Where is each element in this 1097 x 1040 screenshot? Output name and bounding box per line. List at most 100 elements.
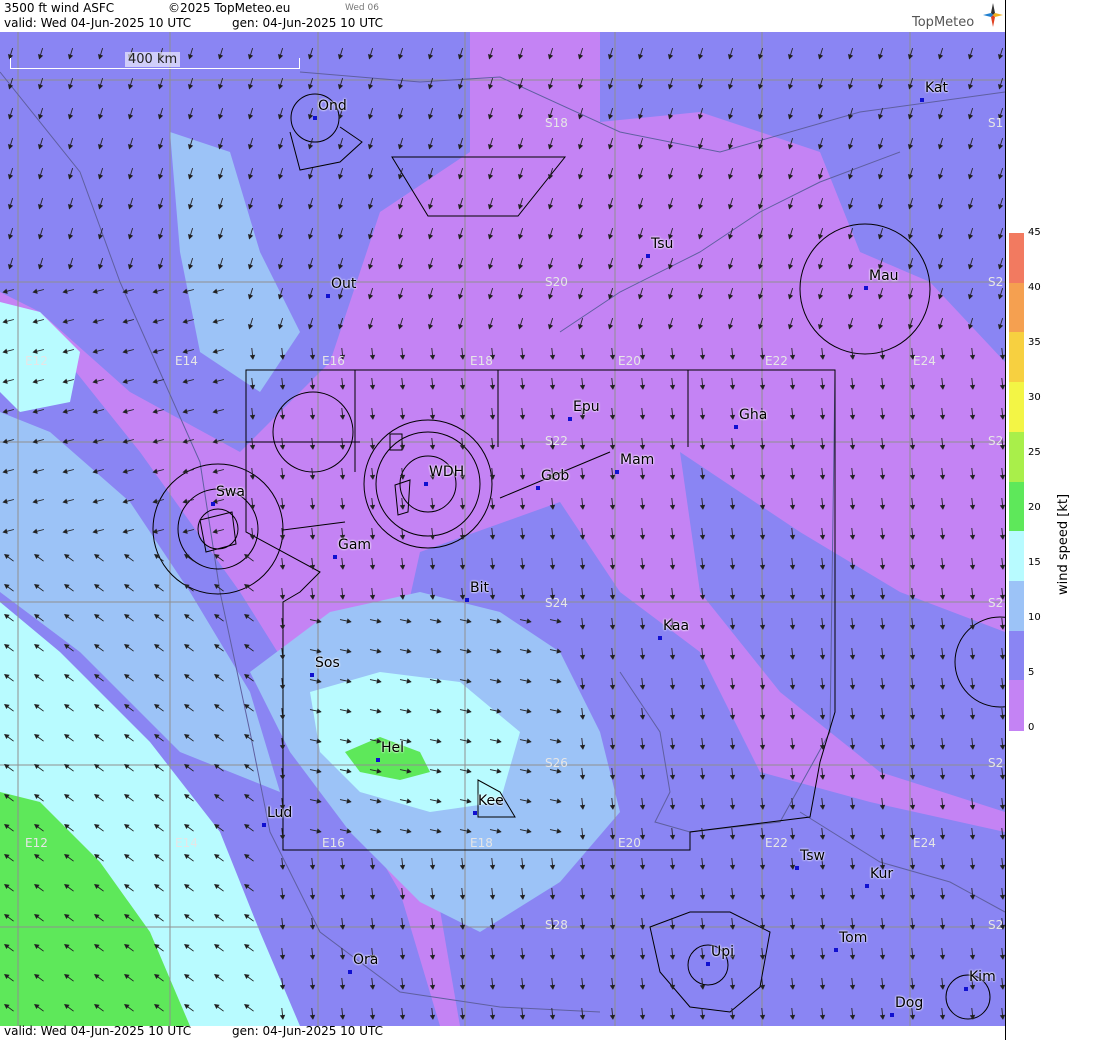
city-dot (211, 502, 215, 506)
city-label[interactable]: Mau (869, 268, 899, 284)
footer-bar: valid: Wed 04-Jun-2025 10 UTC gen: 04-Ju… (0, 1024, 1005, 1040)
city-dot (536, 486, 540, 490)
color-scale-tick: 40 (1028, 282, 1041, 293)
grid-label: E14 (175, 836, 198, 850)
city-dot (348, 970, 352, 974)
grid-label: S28 (545, 918, 568, 932)
city-label[interactable]: Out (331, 276, 356, 292)
footer-generated-time: gen: 04-Jun-2025 10 UTC (232, 1024, 384, 1038)
city-label[interactable]: Kur (870, 866, 893, 882)
city-label[interactable]: WDH (429, 464, 464, 480)
city-label[interactable]: Hel (381, 740, 404, 756)
grid-label: S26 (545, 756, 568, 770)
grid-label: S22 (545, 434, 568, 448)
grid-label: S2 (988, 596, 1004, 610)
wind-map-canvas (0, 32, 1005, 1026)
city-dot (834, 948, 838, 952)
legend-unit: wind speed [kt] (1056, 493, 1071, 595)
city-label[interactable]: Kaa (663, 618, 689, 634)
city-dot (326, 294, 330, 298)
city-label[interactable]: Kee (478, 793, 504, 809)
grid-label: E18 (470, 836, 493, 850)
color-scale-segment (1009, 233, 1024, 284)
city-label[interactable]: Bit (470, 580, 489, 596)
city-dot (795, 866, 799, 870)
city-dot (658, 636, 662, 640)
grid-label: E18 (470, 354, 493, 368)
city-label[interactable]: Ora (353, 952, 378, 968)
grid-label: E22 (765, 354, 788, 368)
grid-label: S18 (545, 116, 568, 130)
city-dot (568, 417, 572, 421)
wind-map[interactable]: 400 km E12 E14 E16 E18 E20 E22 E24 E12 E14 E16 E18… (0, 32, 1005, 1026)
city-label[interactable]: Swa (216, 484, 245, 500)
grid-label: E14 (175, 354, 198, 368)
city-dot (964, 987, 968, 991)
city-dot (376, 758, 380, 762)
city-dot (473, 811, 477, 815)
color-scale-segment (1009, 481, 1024, 533)
color-scale-tick: 15 (1028, 557, 1041, 568)
city-dot (262, 823, 266, 827)
city-label[interactable]: Gob (541, 468, 569, 484)
color-scale-bar (1009, 233, 1024, 731)
color-scale-tick: 5 (1028, 667, 1035, 678)
city-label[interactable]: Dog (895, 995, 923, 1011)
grid-label: E12 (25, 354, 48, 368)
city-label[interactable]: Gam (338, 537, 371, 553)
grid-label: S2 (988, 275, 1004, 289)
color-scale-segment (1009, 680, 1024, 731)
city-label[interactable]: Epu (573, 399, 600, 415)
grid-label: E24 (913, 836, 936, 850)
city-label[interactable]: Kim (969, 969, 996, 985)
color-scale-tick: 25 (1028, 447, 1041, 458)
city-label[interactable]: Ond (318, 98, 347, 114)
color-scale-segment (1009, 630, 1024, 682)
grid-label: E20 (618, 354, 641, 368)
city-dot (313, 116, 317, 120)
city-label[interactable]: Lud (267, 805, 292, 821)
color-scale-segment (1009, 580, 1024, 632)
grid-label: E22 (765, 836, 788, 850)
city-label[interactable]: Gha (739, 407, 767, 423)
generated-time: gen: 04-Jun-2025 10 UTC (232, 16, 384, 30)
city-label[interactable]: Mam (620, 452, 654, 468)
valid-time: valid: Wed 04-Jun-2025 10 UTC (4, 16, 192, 30)
grid-label: E24 (913, 354, 936, 368)
color-scale-tick: 0 (1028, 722, 1035, 733)
grid-label: E12 (25, 836, 48, 850)
city-dot (865, 884, 869, 888)
day-tab[interactable]: Wed 06 (345, 3, 379, 13)
city-dot (706, 962, 710, 966)
color-scale-segment (1009, 332, 1024, 384)
product-title: 3500 ft wind ASFC (4, 1, 115, 15)
city-dot (333, 555, 337, 559)
city-dot (424, 482, 428, 486)
brand-logo: TopMeteo (912, 15, 975, 30)
legend-panel: 45 40 35 30 25 20 15 10 5 0 (1005, 0, 1097, 1040)
grid-label: E20 (618, 836, 641, 850)
city-label[interactable]: Upi (711, 944, 734, 960)
city-label[interactable]: Tom (839, 930, 867, 946)
city-label[interactable]: Kat (925, 80, 948, 96)
city-label[interactable]: Tsu (651, 236, 673, 252)
color-scale-segment (1009, 431, 1024, 483)
city-label[interactable]: Sos (315, 655, 340, 671)
grid-label: S24 (545, 596, 568, 610)
city-dot (465, 598, 469, 602)
header-bar: 3500 ft wind ASFC ©2025 TopMeteo.eu Wed … (0, 0, 1005, 32)
grid-label: S1 (988, 116, 1004, 130)
grid-label: S2 (988, 918, 1004, 932)
city-dot (646, 254, 650, 258)
color-scale-tick: 30 (1028, 392, 1041, 403)
grid-label: S2 (988, 756, 1004, 770)
color-scale-tick: 10 (1028, 612, 1041, 623)
grid-label: S2 (988, 434, 1004, 448)
grid-label: E16 (322, 354, 345, 368)
scale-label: 400 km (125, 52, 181, 67)
copyright: ©2025 TopMeteo.eu (168, 1, 291, 15)
color-scale-tick: 45 (1028, 227, 1041, 238)
color-scale-segment (1009, 282, 1024, 334)
city-label[interactable]: Tsw (800, 848, 825, 864)
grid-label: S20 (545, 275, 568, 289)
